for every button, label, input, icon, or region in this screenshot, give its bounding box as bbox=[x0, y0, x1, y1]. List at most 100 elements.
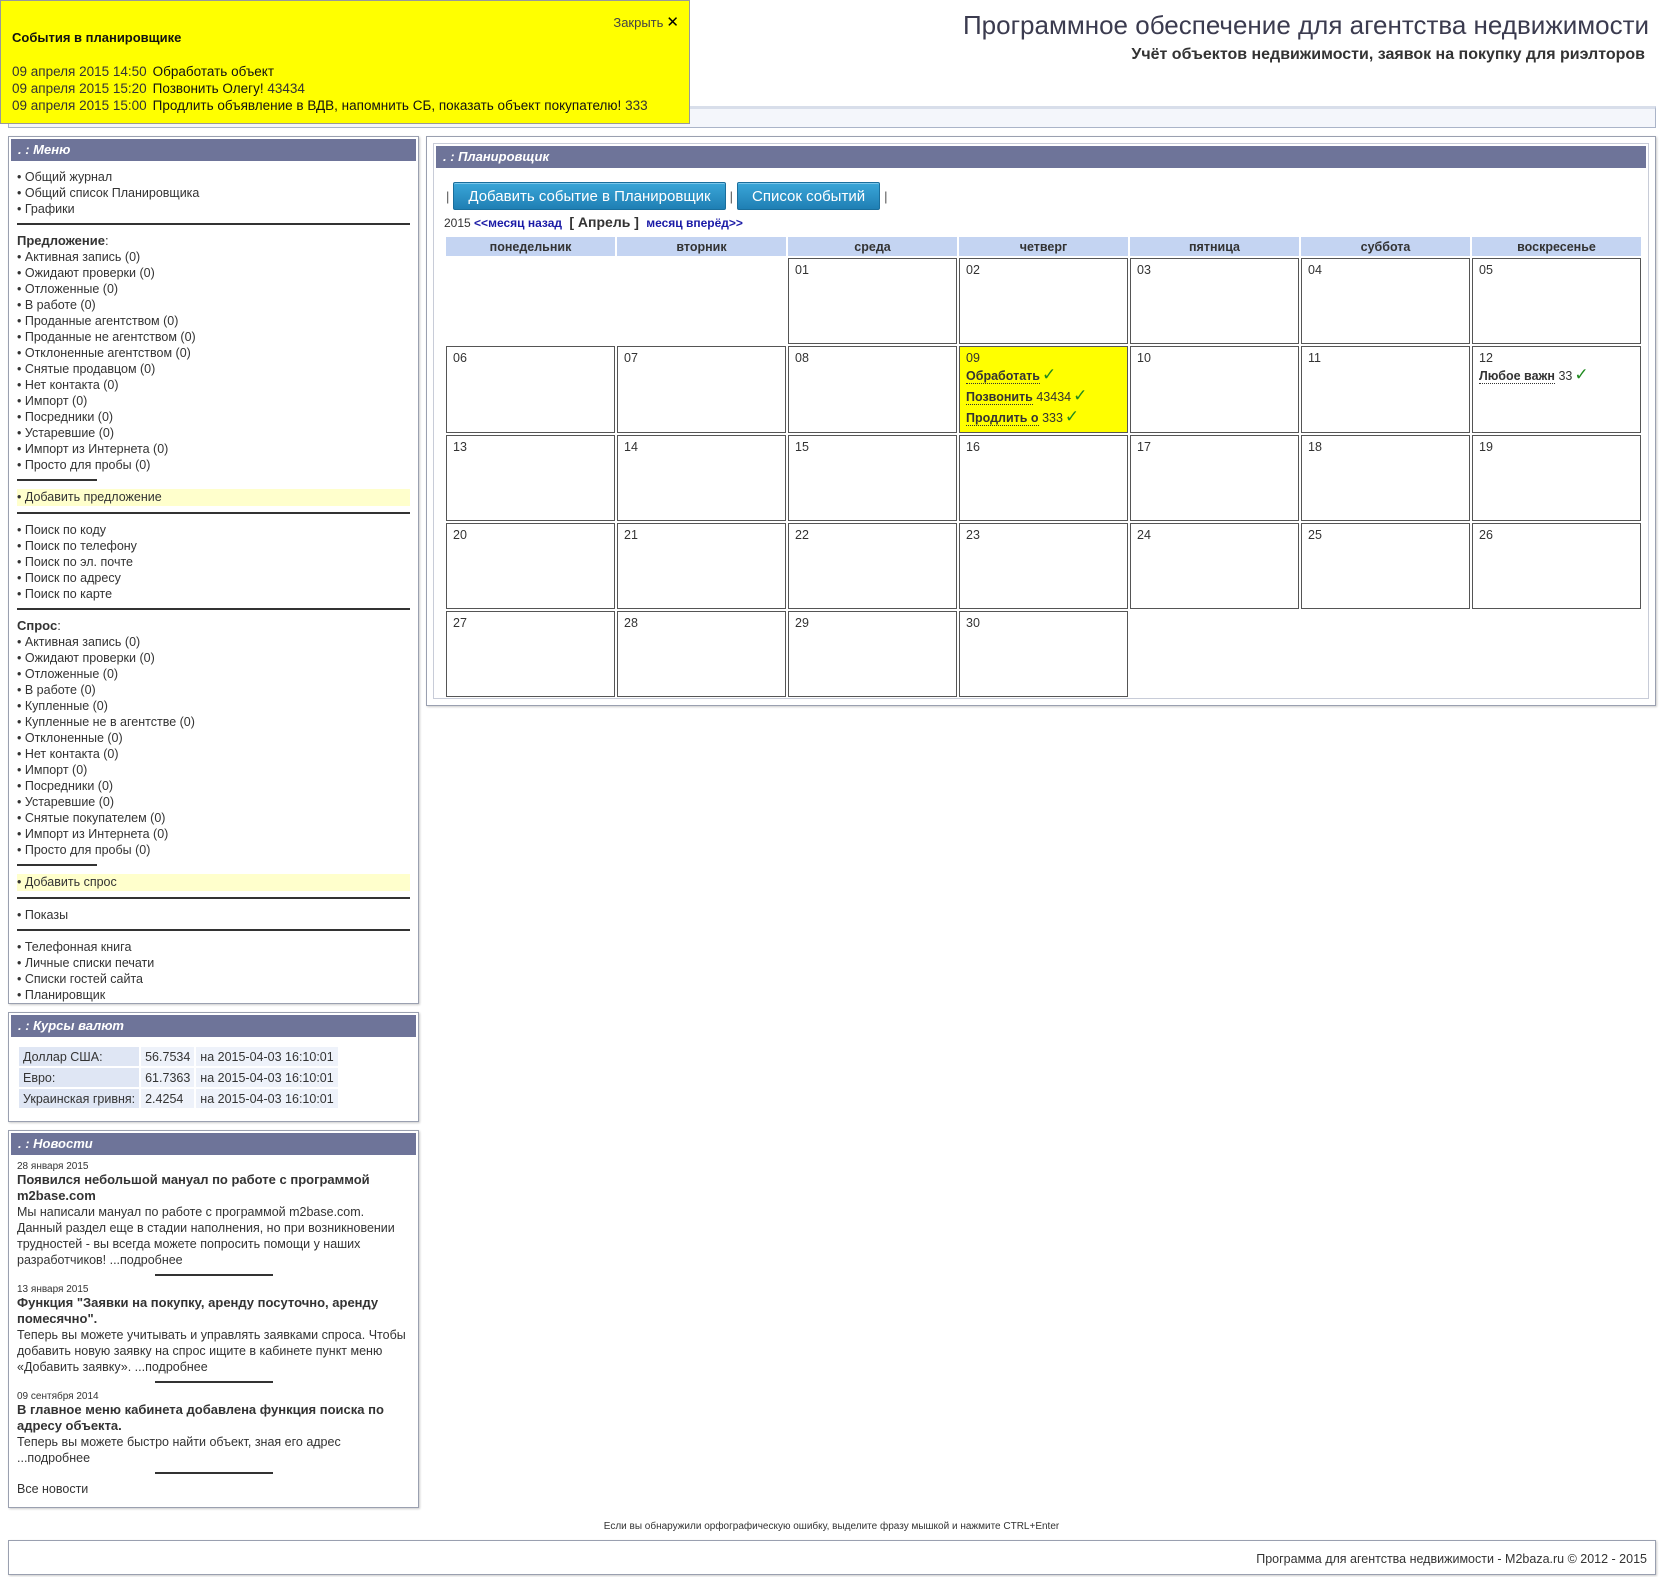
menu-item[interactable]: Списки гостей сайта bbox=[17, 971, 410, 987]
close-icon[interactable]: ✕ bbox=[666, 14, 679, 31]
menu-item[interactable]: Общий журнал bbox=[17, 169, 410, 185]
menu-item[interactable]: Устаревшие (0) bbox=[17, 794, 410, 810]
menu-item[interactable]: Ожидают проверки (0) bbox=[17, 650, 410, 666]
calendar-day-cell[interactable]: 01 bbox=[788, 258, 957, 344]
menu-item[interactable]: Просто для пробы (0) bbox=[17, 457, 410, 473]
calendar-day-cell[interactable]: 12 Любое важн 33 ✓ bbox=[1472, 346, 1641, 433]
all-news-link[interactable]: Все новости bbox=[17, 1482, 410, 1496]
calendar-event[interactable]: Позвонить 43434 ✓ bbox=[966, 386, 1121, 407]
check-icon[interactable]: ✓ bbox=[1574, 365, 1588, 384]
menu-item[interactable]: Импорт (0) bbox=[17, 393, 410, 409]
menu-item[interactable]: Отклоненные агентством (0) bbox=[17, 345, 410, 361]
calendar-day-cell[interactable]: 22 bbox=[788, 523, 957, 609]
menu-item[interactable]: Купленные не в агентстве (0) bbox=[17, 714, 410, 730]
calendar-day-cell[interactable]: 23 bbox=[959, 523, 1128, 609]
prev-month-link[interactable]: <<месяц назад bbox=[474, 216, 562, 230]
calendar-day-cell[interactable]: 16 bbox=[959, 435, 1128, 521]
calendar-day-cell[interactable]: 10 bbox=[1130, 346, 1299, 433]
calendar-day-cell[interactable]: 18 bbox=[1301, 435, 1470, 521]
calendar-day-cell[interactable]: 14 bbox=[617, 435, 786, 521]
news-title-link[interactable]: В главное меню кабинета добавлена функци… bbox=[17, 1402, 410, 1434]
popup-event-link[interactable]: Обработать объект bbox=[153, 64, 274, 79]
calendar-day-cell[interactable]: 09 Обработать ✓ Позвонить 43434 ✓ Продлить о … bbox=[959, 346, 1128, 433]
menu-item[interactable]: Снятые покупателем (0) bbox=[17, 810, 410, 826]
menu-item[interactable]: Купленные (0) bbox=[17, 698, 410, 714]
menu-item[interactable]: Общий список Планировщика bbox=[17, 185, 410, 201]
menu-item[interactable]: Отложенные (0) bbox=[17, 281, 410, 297]
calendar-event-link[interactable]: Обработать bbox=[966, 369, 1040, 384]
menu-item-shows[interactable]: Показы bbox=[17, 907, 410, 923]
menu-item[interactable]: Поиск по коду bbox=[17, 522, 410, 538]
calendar-event[interactable]: Любое важн 33 ✓ bbox=[1479, 365, 1634, 386]
menu-item[interactable]: Активная запись (0) bbox=[17, 634, 410, 650]
menu-item[interactable]: Проданные не агентством (0) bbox=[17, 329, 410, 345]
popup-close-label[interactable]: Закрыть bbox=[613, 15, 663, 30]
calendar-day-cell[interactable]: 25 bbox=[1301, 523, 1470, 609]
menu-item[interactable]: Поиск по адресу bbox=[17, 570, 410, 586]
menu-divider bbox=[17, 512, 410, 514]
popup-close-button[interactable]: Закрыть ✕ bbox=[613, 13, 679, 31]
add-event-button[interactable]: Добавить событие в Планировщик bbox=[453, 182, 726, 210]
menu-item[interactable]: Нет контакта (0) bbox=[17, 377, 410, 393]
news-title-link[interactable]: Появился небольшой мануал по работе с пр… bbox=[17, 1172, 410, 1204]
calendar-day-cell[interactable]: 15 bbox=[788, 435, 957, 521]
calendar-day-cell[interactable]: 06 bbox=[446, 346, 615, 433]
news-title-link[interactable]: Функция "Заявки на покупку, аренду посут… bbox=[17, 1295, 410, 1327]
menu-item[interactable]: Графики bbox=[17, 201, 410, 217]
calendar-day-cell[interactable]: 27 bbox=[446, 611, 615, 697]
menu-item[interactable]: Ожидают проверки (0) bbox=[17, 265, 410, 281]
menu-item[interactable]: Личные списки печати bbox=[17, 955, 410, 971]
popup-event-link[interactable]: Продлить объявление в ВДВ, напомнить СБ,… bbox=[153, 98, 622, 113]
menu-item[interactable]: В работе (0) bbox=[17, 682, 410, 698]
calendar-day-cell[interactable]: 29 bbox=[788, 611, 957, 697]
next-month-link[interactable]: месяц вперёд>> bbox=[646, 216, 743, 230]
calendar-event-link[interactable]: Любое важн bbox=[1479, 369, 1555, 384]
calendar-day-cell[interactable]: 24 bbox=[1130, 523, 1299, 609]
menu-item[interactable]: Посредники (0) bbox=[17, 778, 410, 794]
add-demand-link[interactable]: Добавить спрос bbox=[17, 874, 410, 891]
calendar-day-cell[interactable]: 20 bbox=[446, 523, 615, 609]
menu-item[interactable]: Снятые продавцом (0) bbox=[17, 361, 410, 377]
check-icon[interactable]: ✓ bbox=[1073, 386, 1087, 405]
calendar-day-cell[interactable]: 21 bbox=[617, 523, 786, 609]
calendar-day-cell[interactable]: 03 bbox=[1130, 258, 1299, 344]
menu-item[interactable]: Импорт (0) bbox=[17, 762, 410, 778]
calendar-event[interactable]: Продлить о 333 ✓ bbox=[966, 407, 1121, 428]
calendar-day-cell[interactable]: 05 bbox=[1472, 258, 1641, 344]
menu-item[interactable]: Проданные агентством (0) bbox=[17, 313, 410, 329]
menu-item[interactable]: Нет контакта (0) bbox=[17, 746, 410, 762]
calendar-day-cell[interactable]: 30 bbox=[959, 611, 1128, 697]
event-list-button[interactable]: Список событий bbox=[737, 182, 881, 210]
menu-item[interactable]: Посредники (0) bbox=[17, 409, 410, 425]
calendar-day-cell[interactable]: 04 bbox=[1301, 258, 1470, 344]
calendar-day-cell[interactable]: 13 bbox=[446, 435, 615, 521]
popup-event-link[interactable]: Позвонить Олегу! bbox=[153, 81, 264, 96]
calendar-day-cell[interactable]: 28 bbox=[617, 611, 786, 697]
menu-item[interactable]: В работе (0) bbox=[17, 297, 410, 313]
calendar-day-cell[interactable]: 19 bbox=[1472, 435, 1641, 521]
calendar-day-cell[interactable]: 02 bbox=[959, 258, 1128, 344]
menu-item[interactable]: Просто для пробы (0) bbox=[17, 842, 410, 858]
menu-item[interactable]: Отклоненные (0) bbox=[17, 730, 410, 746]
calendar-event-link[interactable]: Позвонить bbox=[966, 390, 1033, 405]
menu-item[interactable]: Планировщик bbox=[17, 987, 410, 1003]
calendar-event-link[interactable]: Продлить о bbox=[966, 411, 1039, 426]
calendar-event[interactable]: Обработать ✓ bbox=[966, 365, 1121, 386]
menu-item[interactable]: Телефонная книга bbox=[17, 939, 410, 955]
menu-item[interactable]: Отложенные (0) bbox=[17, 666, 410, 682]
check-icon[interactable]: ✓ bbox=[1042, 365, 1056, 384]
menu-item[interactable]: Поиск по эл. почте bbox=[17, 554, 410, 570]
check-icon[interactable]: ✓ bbox=[1065, 407, 1079, 426]
calendar-day-cell[interactable]: 08 bbox=[788, 346, 957, 433]
calendar-day-cell[interactable]: 26 bbox=[1472, 523, 1641, 609]
menu-item[interactable]: Импорт из Интернета (0) bbox=[17, 826, 410, 842]
add-offer-link[interactable]: Добавить предложение bbox=[17, 489, 410, 506]
menu-item[interactable]: Активная запись (0) bbox=[17, 249, 410, 265]
menu-item[interactable]: Устаревшие (0) bbox=[17, 425, 410, 441]
menu-item[interactable]: Импорт из Интернета (0) bbox=[17, 441, 410, 457]
menu-item[interactable]: Поиск по телефону bbox=[17, 538, 410, 554]
calendar-day-cell[interactable]: 17 bbox=[1130, 435, 1299, 521]
calendar-day-cell[interactable]: 07 bbox=[617, 346, 786, 433]
calendar-day-cell[interactable]: 11 bbox=[1301, 346, 1470, 433]
menu-item[interactable]: Поиск по карте bbox=[17, 586, 410, 602]
